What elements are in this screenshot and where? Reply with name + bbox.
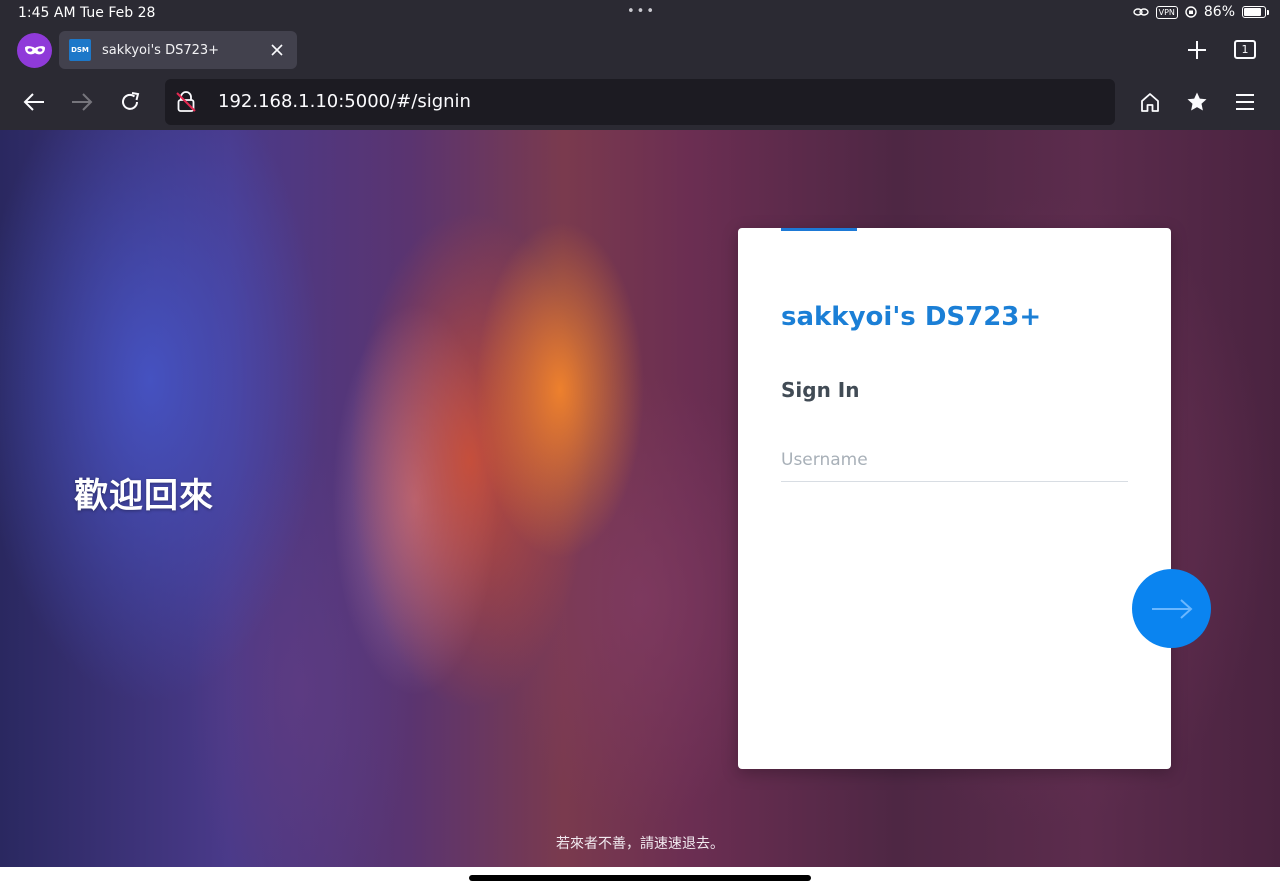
reload-icon[interactable]: [118, 90, 142, 114]
tab-close-icon[interactable]: [268, 41, 286, 59]
status-indicators: VPN 86%: [1132, 4, 1269, 20]
username-input[interactable]: [781, 438, 1128, 482]
footer-message: 若來者不善，請速速退去。: [556, 836, 724, 852]
new-tab-plus-icon[interactable]: [1186, 39, 1208, 61]
next-button[interactable]: [1132, 569, 1211, 648]
battery-percent: 86%: [1203, 4, 1235, 20]
card-accent-bar: [781, 228, 857, 231]
page-viewport: 歡迎回來 sakkyoi's DS723+ Sign In 若來者不善，請速速退…: [0, 130, 1280, 867]
orientation-lock-icon: [1185, 6, 1197, 18]
url-bar[interactable]: 192.168.1.10:5000/#/signin: [165, 79, 1115, 125]
private-browsing-icon[interactable]: [17, 33, 52, 68]
dsm-favicon-icon: DSM: [69, 39, 91, 61]
tab-counter-button[interactable]: 1: [1234, 40, 1256, 59]
multitasking-dots-icon[interactable]: •••: [627, 4, 656, 19]
tab-strip: DSM sakkyoi's DS723+ 1: [0, 26, 1280, 74]
arrow-right-icon: [1151, 598, 1192, 619]
bookmarks-star-icon[interactable]: [1185, 90, 1209, 114]
welcome-heading: 歡迎回來: [74, 476, 214, 516]
menu-hamburger-icon[interactable]: [1233, 90, 1257, 114]
status-time: 1:45 AM: [18, 5, 76, 21]
forward-arrow-icon[interactable]: [70, 90, 94, 114]
home-icon[interactable]: [1138, 90, 1162, 114]
battery-icon: [1242, 6, 1269, 18]
status-date: Tue Feb 28: [80, 5, 156, 21]
status-bar: 1:45 AM Tue Feb 28 ••• VPN 86%: [0, 0, 1280, 26]
home-indicator[interactable]: [469, 875, 811, 881]
vpn-badge: VPN: [1155, 5, 1178, 19]
battery-level: [1244, 8, 1262, 16]
sign-in-title: Sign In: [781, 378, 860, 402]
back-arrow-icon[interactable]: [22, 90, 46, 114]
home-indicator-area: [0, 867, 1280, 889]
login-card: sakkyoi's DS723+ Sign In: [738, 228, 1171, 769]
navigation-bar: 192.168.1.10:5000/#/signin: [0, 74, 1280, 130]
url-text[interactable]: 192.168.1.10:5000/#/signin: [218, 91, 471, 112]
insecure-lock-icon[interactable]: [175, 91, 197, 113]
host-name: sakkyoi's DS723+: [781, 302, 1042, 332]
tab-active[interactable]: DSM sakkyoi's DS723+: [59, 31, 297, 69]
tab-title: sakkyoi's DS723+: [102, 42, 220, 58]
link-icon: [1132, 8, 1149, 16]
